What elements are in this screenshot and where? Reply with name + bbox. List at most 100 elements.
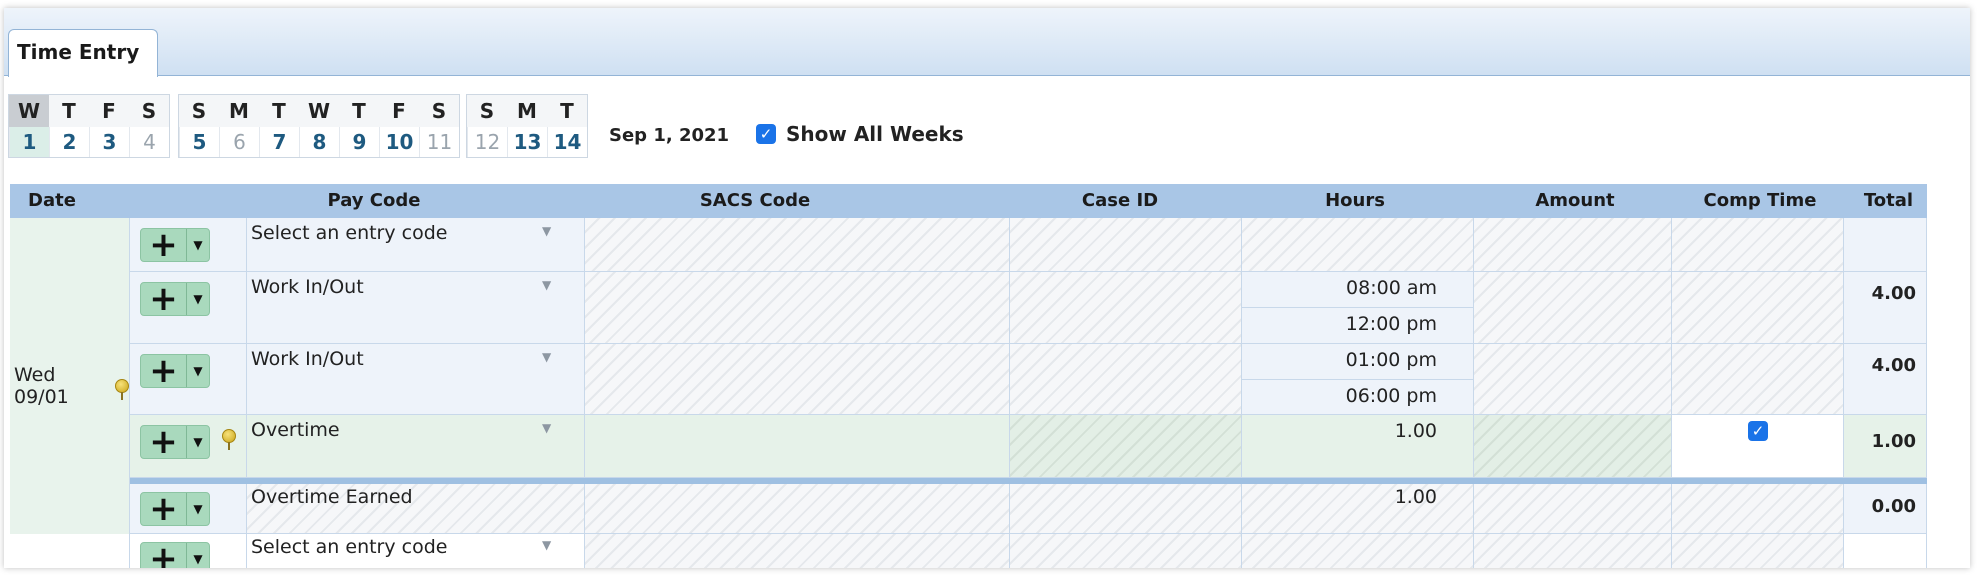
time-out-field[interactable]: 12:00 pm [1242, 308, 1474, 344]
pin-icon[interactable] [222, 429, 236, 450]
header-total[interactable]: Total [1850, 184, 1927, 218]
add-entry-button[interactable]: + ▼ [140, 492, 210, 526]
sacs-code-cell [585, 344, 1010, 415]
calendar-day[interactable]: M 13 [507, 95, 547, 157]
show-all-weeks-toggle[interactable]: ✓ Show All Weeks [756, 122, 964, 146]
action-cell: + ▼ [130, 415, 247, 478]
calendar-day[interactable]: S4 [129, 95, 169, 157]
header-comp-time[interactable]: Comp Time [1670, 184, 1850, 218]
case-id-cell [1010, 344, 1242, 415]
add-entry-button[interactable]: + ▼ [140, 354, 210, 388]
header-case-id[interactable]: Case ID [1010, 184, 1230, 218]
comp-time-cell [1672, 344, 1844, 415]
pay-code-label: Overtime Earned [251, 486, 413, 508]
hours-field[interactable]: 1.00 [1242, 415, 1474, 478]
comp-time-cell: ✓ [1672, 415, 1844, 478]
calendar-day[interactable]: W8 [299, 95, 339, 157]
calendar-day[interactable]: F 10 [379, 95, 419, 157]
amount-cell [1474, 272, 1672, 344]
dropdown-arrow-icon[interactable]: ▼ [542, 278, 551, 292]
caret-down-icon[interactable]: ▼ [187, 355, 209, 387]
dropdown-arrow-icon[interactable]: ▼ [542, 421, 551, 435]
pay-code-cell[interactable]: Select an entry code ▼ [247, 218, 585, 272]
caret-down-icon[interactable]: ▼ [187, 426, 209, 458]
total-cell: 0.00 [1844, 484, 1927, 534]
plus-icon[interactable]: + [141, 355, 187, 387]
header-date[interactable]: Date [10, 184, 94, 218]
plus-icon[interactable]: + [141, 283, 187, 315]
pay-code-select[interactable]: Select an entry code [251, 222, 447, 244]
amount-cell [1474, 534, 1672, 568]
pay-code-select[interactable]: Work In/Out [251, 276, 364, 298]
case-id-cell [1010, 484, 1242, 534]
plus-icon[interactable]: + [141, 493, 187, 525]
comp-time-cell [1672, 484, 1844, 534]
sacs-code-cell [585, 272, 1010, 344]
tab-bar: Time Entry [4, 8, 1970, 77]
dropdown-arrow-icon[interactable]: ▼ [542, 350, 551, 364]
dropdown-arrow-icon[interactable]: ▼ [542, 538, 551, 552]
header-sacs-code[interactable]: SACS Code [585, 184, 925, 218]
calendar-day[interactable]: T2 [49, 95, 89, 157]
pay-code-select[interactable]: Work In/Out [251, 348, 364, 370]
calendar-day[interactable]: S 12 [467, 95, 507, 157]
add-entry-button[interactable]: + ▼ [140, 425, 210, 459]
calendar-day[interactable]: T 14 [547, 95, 587, 157]
comp-time-cell [1672, 272, 1844, 344]
calendar-day[interactable]: W1 [9, 95, 49, 157]
calendar-day[interactable]: T9 [339, 95, 379, 157]
comp-time-cell [1672, 218, 1844, 272]
show-all-weeks-label: Show All Weeks [786, 122, 964, 146]
pay-code-select[interactable]: Overtime [251, 419, 340, 441]
week-calendar-group-1: W1 T2 F3 S4 [8, 94, 170, 158]
pay-code-cell[interactable]: Select an entry code ▼ [247, 534, 585, 568]
header-amount[interactable]: Amount [1480, 184, 1670, 218]
sacs-code-cell [585, 484, 1010, 534]
plus-icon[interactable]: + [141, 426, 187, 458]
header-hours[interactable]: Hours [1240, 184, 1470, 218]
hours-cell [1242, 218, 1474, 272]
pay-code-cell[interactable]: Work In/Out ▼ [247, 272, 585, 344]
table-row: + ▼ Select an entry code ▼ [10, 218, 1927, 272]
grid-header: Date Pay Code SACS Code Case ID Hours Am… [10, 184, 1927, 218]
table-row: + ▼ Overtime ▼ 1.00 ✓ 1.00 [10, 415, 1927, 478]
plus-icon[interactable]: + [141, 543, 187, 568]
caret-down-icon[interactable]: ▼ [187, 543, 209, 568]
calendar-day[interactable]: T7 [259, 95, 299, 157]
time-in-field[interactable]: 01:00 pm [1242, 344, 1474, 380]
pay-code-cell: Overtime Earned [247, 484, 585, 534]
action-cell: + ▼ [130, 218, 247, 272]
table-row: + ▼ Overtime Earned 1.00 0.00 [10, 484, 1927, 534]
calendar-day[interactable]: S 11 [419, 95, 459, 157]
calendar-day[interactable]: M6 [219, 95, 259, 157]
time-out-field[interactable]: 06:00 pm [1242, 380, 1474, 415]
add-entry-button[interactable]: + ▼ [140, 542, 210, 568]
tab-time-entry[interactable]: Time Entry [8, 29, 159, 77]
dropdown-arrow-icon[interactable]: ▼ [542, 224, 551, 238]
table-row: + ▼ Select an entry code ▼ [10, 534, 1927, 568]
show-all-weeks-checkbox[interactable]: ✓ [756, 124, 776, 144]
case-id-cell [1010, 218, 1242, 272]
total-cell [1844, 218, 1927, 272]
sacs-code-cell[interactable] [585, 415, 1010, 478]
hours-cell: 1.00 [1242, 484, 1474, 534]
time-in-field[interactable]: 08:00 am [1242, 272, 1474, 308]
case-id-cell [1010, 272, 1242, 344]
total-cell: 1.00 [1844, 415, 1927, 478]
caret-down-icon[interactable]: ▼ [187, 283, 209, 315]
pay-code-cell[interactable]: Overtime ▼ [247, 415, 585, 478]
sacs-code-cell [585, 534, 1010, 568]
plus-icon[interactable]: + [141, 229, 187, 261]
add-entry-button[interactable]: + ▼ [140, 282, 210, 316]
calendar-day[interactable]: F3 [89, 95, 129, 157]
caret-down-icon[interactable]: ▼ [187, 229, 209, 261]
calendar-day[interactable]: S5 [179, 95, 219, 157]
action-cell: + ▼ [130, 484, 247, 534]
comp-time-checkbox[interactable]: ✓ [1748, 421, 1768, 441]
pay-code-cell[interactable]: Work In/Out ▼ [247, 344, 585, 415]
current-date: Sep 1, 2021 [609, 125, 730, 146]
pay-code-select[interactable]: Select an entry code [251, 536, 447, 558]
header-pay-code[interactable]: Pay Code [254, 184, 494, 218]
caret-down-icon[interactable]: ▼ [187, 493, 209, 525]
add-entry-button[interactable]: + ▼ [140, 228, 210, 262]
